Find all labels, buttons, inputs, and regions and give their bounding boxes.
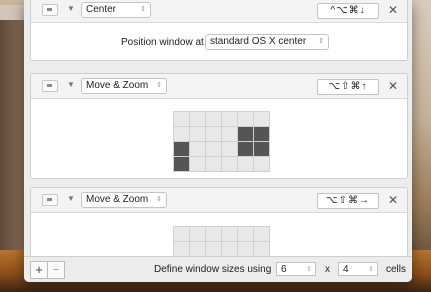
grid-cell[interactable] <box>174 127 189 141</box>
action-popup-label: Center <box>86 4 117 15</box>
rows-stepper[interactable]: 4 ⇕ <box>338 262 378 276</box>
window-size-grid[interactable] <box>173 111 270 172</box>
grid-cell[interactable] <box>174 242 189 256</box>
grid-cell[interactable] <box>174 227 189 241</box>
times-label: x <box>325 264 330 275</box>
action-row-center: ▼ Center ⇕ ^⌥⌘↓ ✕ Position window at sta… <box>30 0 408 61</box>
grid-cell[interactable] <box>206 127 221 141</box>
action-popup[interactable]: Move & Zoom ⇕ <box>81 78 167 94</box>
disclosure-triangle-icon[interactable]: ▼ <box>67 194 75 203</box>
action-popup[interactable]: Move & Zoom ⇕ <box>81 192 167 208</box>
add-button[interactable]: + <box>30 261 48 279</box>
columns-value: 6 <box>281 264 287 275</box>
grid-cell[interactable] <box>222 157 237 171</box>
grid-cell[interactable] <box>190 157 205 171</box>
shortcut-field[interactable]: ^⌥⌘↓ <box>317 3 379 19</box>
columns-stepper[interactable]: 6 ⇕ <box>276 262 316 276</box>
drag-handle-icon[interactable] <box>42 4 58 16</box>
grid-cell[interactable] <box>206 227 221 241</box>
grid-cell[interactable] <box>190 142 205 156</box>
grid-cell[interactable] <box>254 227 269 241</box>
grid-cell[interactable] <box>206 112 221 126</box>
grid-cell[interactable] <box>254 142 269 156</box>
cells-label: cells <box>386 264 407 275</box>
grid-cell[interactable] <box>222 142 237 156</box>
grid-cell[interactable] <box>254 112 269 126</box>
grid-cell[interactable] <box>254 157 269 171</box>
close-icon[interactable]: ✕ <box>385 78 401 94</box>
grid-cell[interactable] <box>238 142 253 156</box>
grid-cell[interactable] <box>206 242 221 256</box>
action-popup-label: Move & Zoom <box>86 80 149 91</box>
action-popup-label: Move & Zoom <box>86 194 149 205</box>
grid-cell[interactable] <box>206 157 221 171</box>
preferences-window: ▼ Center ⇕ ^⌥⌘↓ ✕ Position window at sta… <box>24 0 412 282</box>
drag-handle-icon[interactable] <box>42 194 58 206</box>
stepper-arrows-icon: ⇕ <box>368 266 374 273</box>
action-row-move-zoom: ▼ Move & Zoom ⇕ ⌥⇧⌘↑ ✕ <box>30 73 408 179</box>
popup-arrows-icon: ⇕ <box>156 196 162 203</box>
stepper-arrows-icon: ⇕ <box>306 266 312 273</box>
close-icon[interactable]: ✕ <box>385 2 401 18</box>
position-popup[interactable]: standard OS X center ⇕ <box>205 34 329 50</box>
action-row-header: ▼ Move & Zoom ⇕ ⌥⇧⌘→ ✕ <box>31 188 407 213</box>
grid-cell[interactable] <box>254 127 269 141</box>
footer-bar: + − Define window sizes using 6 ⇕ x 4 ⇕ … <box>24 256 412 282</box>
grid-cell[interactable] <box>190 127 205 141</box>
grid-cell[interactable] <box>222 242 237 256</box>
grid-cell[interactable] <box>174 157 189 171</box>
close-icon[interactable]: ✕ <box>385 192 401 208</box>
grid-cell[interactable] <box>174 112 189 126</box>
shortcut-field[interactable]: ⌥⇧⌘→ <box>317 193 379 209</box>
grid-cell[interactable] <box>190 112 205 126</box>
disclosure-triangle-icon[interactable]: ▼ <box>67 80 75 89</box>
grid-cell[interactable] <box>222 112 237 126</box>
grid-cell[interactable] <box>238 157 253 171</box>
action-popup[interactable]: Center ⇕ <box>81 2 151 18</box>
popup-arrows-icon: ⇕ <box>140 6 146 13</box>
position-popup-label: standard OS X center <box>210 36 307 47</box>
grid-cell[interactable] <box>174 142 189 156</box>
drag-handle-icon[interactable] <box>42 80 58 92</box>
disclosure-triangle-icon[interactable]: ▼ <box>67 4 75 13</box>
popup-arrows-icon: ⇕ <box>318 38 324 45</box>
grid-cell[interactable] <box>190 242 205 256</box>
grid-cell[interactable] <box>190 227 205 241</box>
shortcut-field[interactable]: ⌥⇧⌘↑ <box>317 79 379 95</box>
define-sizes-label: Define window sizes using <box>154 264 272 275</box>
action-row-header: ▼ Move & Zoom ⇕ ⌥⇧⌘↑ ✕ <box>31 74 407 99</box>
grid-cell[interactable] <box>222 127 237 141</box>
grid-cell[interactable] <box>238 112 253 126</box>
popup-arrows-icon: ⇕ <box>156 82 162 89</box>
position-label: Position window at <box>121 37 204 48</box>
remove-button[interactable]: − <box>47 261 65 279</box>
grid-cell[interactable] <box>238 242 253 256</box>
grid-cell[interactable] <box>206 142 221 156</box>
grid-cell[interactable] <box>238 127 253 141</box>
rows-value: 4 <box>343 264 349 275</box>
grid-cell[interactable] <box>222 227 237 241</box>
action-row-header: ▼ Center ⇕ ^⌥⌘↓ ✕ <box>31 0 407 23</box>
grid-cell[interactable] <box>254 242 269 256</box>
grid-cell[interactable] <box>238 227 253 241</box>
